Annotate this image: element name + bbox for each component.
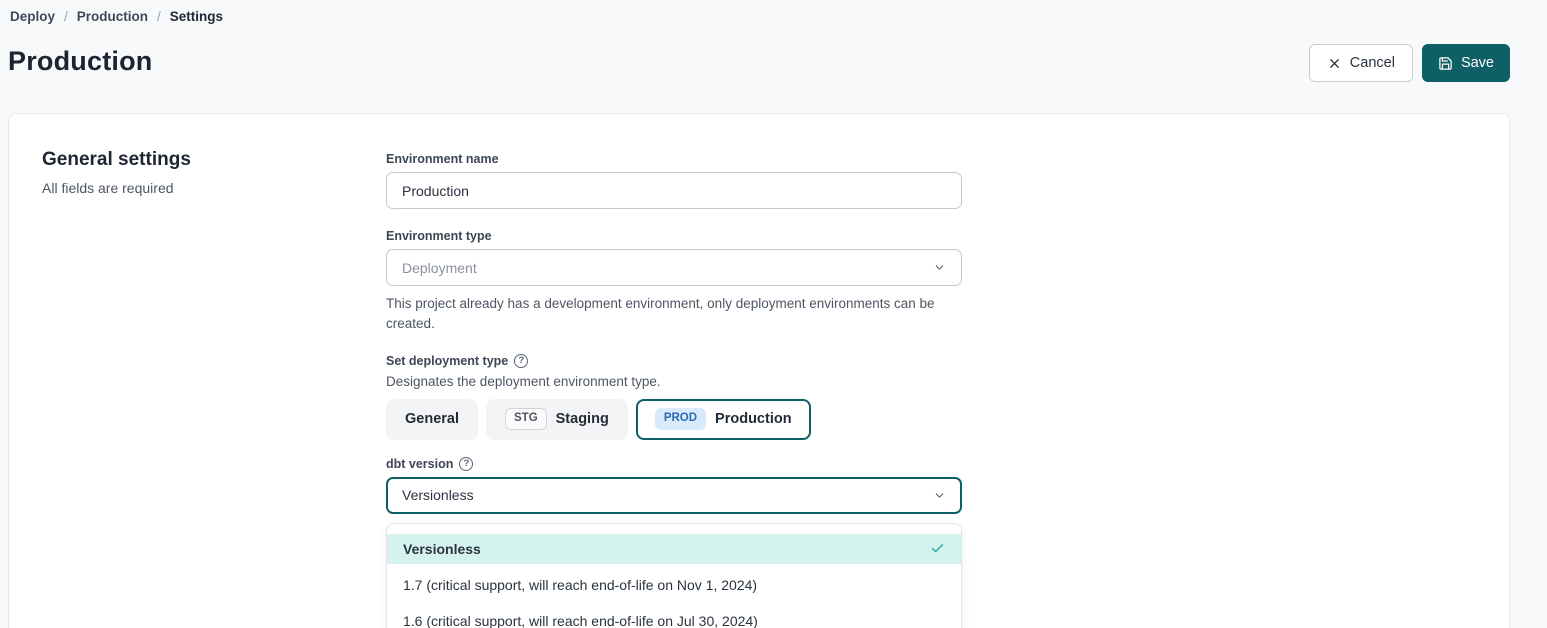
breadcrumb-separator: / [64,9,68,24]
environment-type-helper: This project already has a development e… [386,294,946,335]
cancel-button-label: Cancel [1350,55,1395,71]
check-icon [930,541,945,556]
dbt-version-dropdown: Versionless 1.7 (critical support, will … [386,523,962,628]
dbt-version-select[interactable]: Versionless [386,477,962,514]
environment-type-value: Deployment [402,260,477,276]
page: Deploy / Production / Settings Productio… [0,0,1547,628]
cancel-button[interactable]: Cancel [1309,44,1413,82]
save-button[interactable]: Save [1422,44,1510,82]
dbt-version-label-text: dbt version [386,457,453,471]
dbt-version-value: Versionless [402,487,474,503]
dropdown-option-1-7[interactable]: 1.7 (critical support, will reach end-of… [387,567,961,603]
dropdown-option-label: Versionless [403,541,481,557]
header-actions: Cancel Save [1309,44,1510,82]
breadcrumb: Deploy / Production / Settings [10,9,223,24]
section-subheading: All fields are required [42,180,191,196]
breadcrumb-deploy[interactable]: Deploy [10,9,55,24]
production-badge: PROD [655,408,706,430]
page-title: Production [8,46,153,77]
deployment-type-staging-label: Staging [556,411,609,427]
general-settings-section: General settings All fields are required [42,149,191,196]
dropdown-option-label: 1.6 (critical support, will reach end-of… [403,613,758,628]
environment-name-label: Environment name [386,152,962,166]
save-button-label: Save [1461,55,1494,71]
environment-type-select[interactable]: Deployment [386,249,962,286]
deployment-type-staging-button[interactable]: STG Staging [486,399,628,440]
deployment-type-label: Set deployment type ? [386,354,962,368]
settings-card: General settings All fields are required… [8,113,1510,628]
save-icon [1438,56,1453,71]
dbt-version-label: dbt version ? [386,457,962,471]
section-heading: General settings [42,149,191,171]
dropdown-option-1-6[interactable]: 1.6 (critical support, will reach end-of… [387,603,961,628]
dropdown-option-versionless[interactable]: Versionless [387,534,961,564]
environment-type-label: Environment type [386,229,962,243]
dropdown-option-label: 1.7 (critical support, will reach end-of… [403,577,757,593]
environment-name-input[interactable] [386,172,962,209]
breadcrumb-settings[interactable]: Settings [170,9,223,24]
staging-badge: STG [505,408,547,430]
deployment-type-label-text: Set deployment type [386,354,508,368]
deployment-type-general-button[interactable]: General [386,399,478,440]
close-icon [1327,56,1342,71]
breadcrumb-separator: / [157,9,161,24]
chevron-down-icon [933,489,946,502]
help-icon[interactable]: ? [459,457,473,471]
deployment-type-production-button[interactable]: PROD Production [636,399,811,440]
deployment-type-general-label: General [405,411,459,427]
deployment-type-options: General STG Staging PROD Production [386,399,962,440]
settings-form: Environment name Environment type Deploy… [386,152,962,628]
deployment-type-production-label: Production [715,411,792,427]
help-icon[interactable]: ? [514,354,528,368]
chevron-down-icon [933,261,946,274]
breadcrumb-production[interactable]: Production [77,9,148,24]
deployment-type-description: Designates the deployment environment ty… [386,374,962,389]
